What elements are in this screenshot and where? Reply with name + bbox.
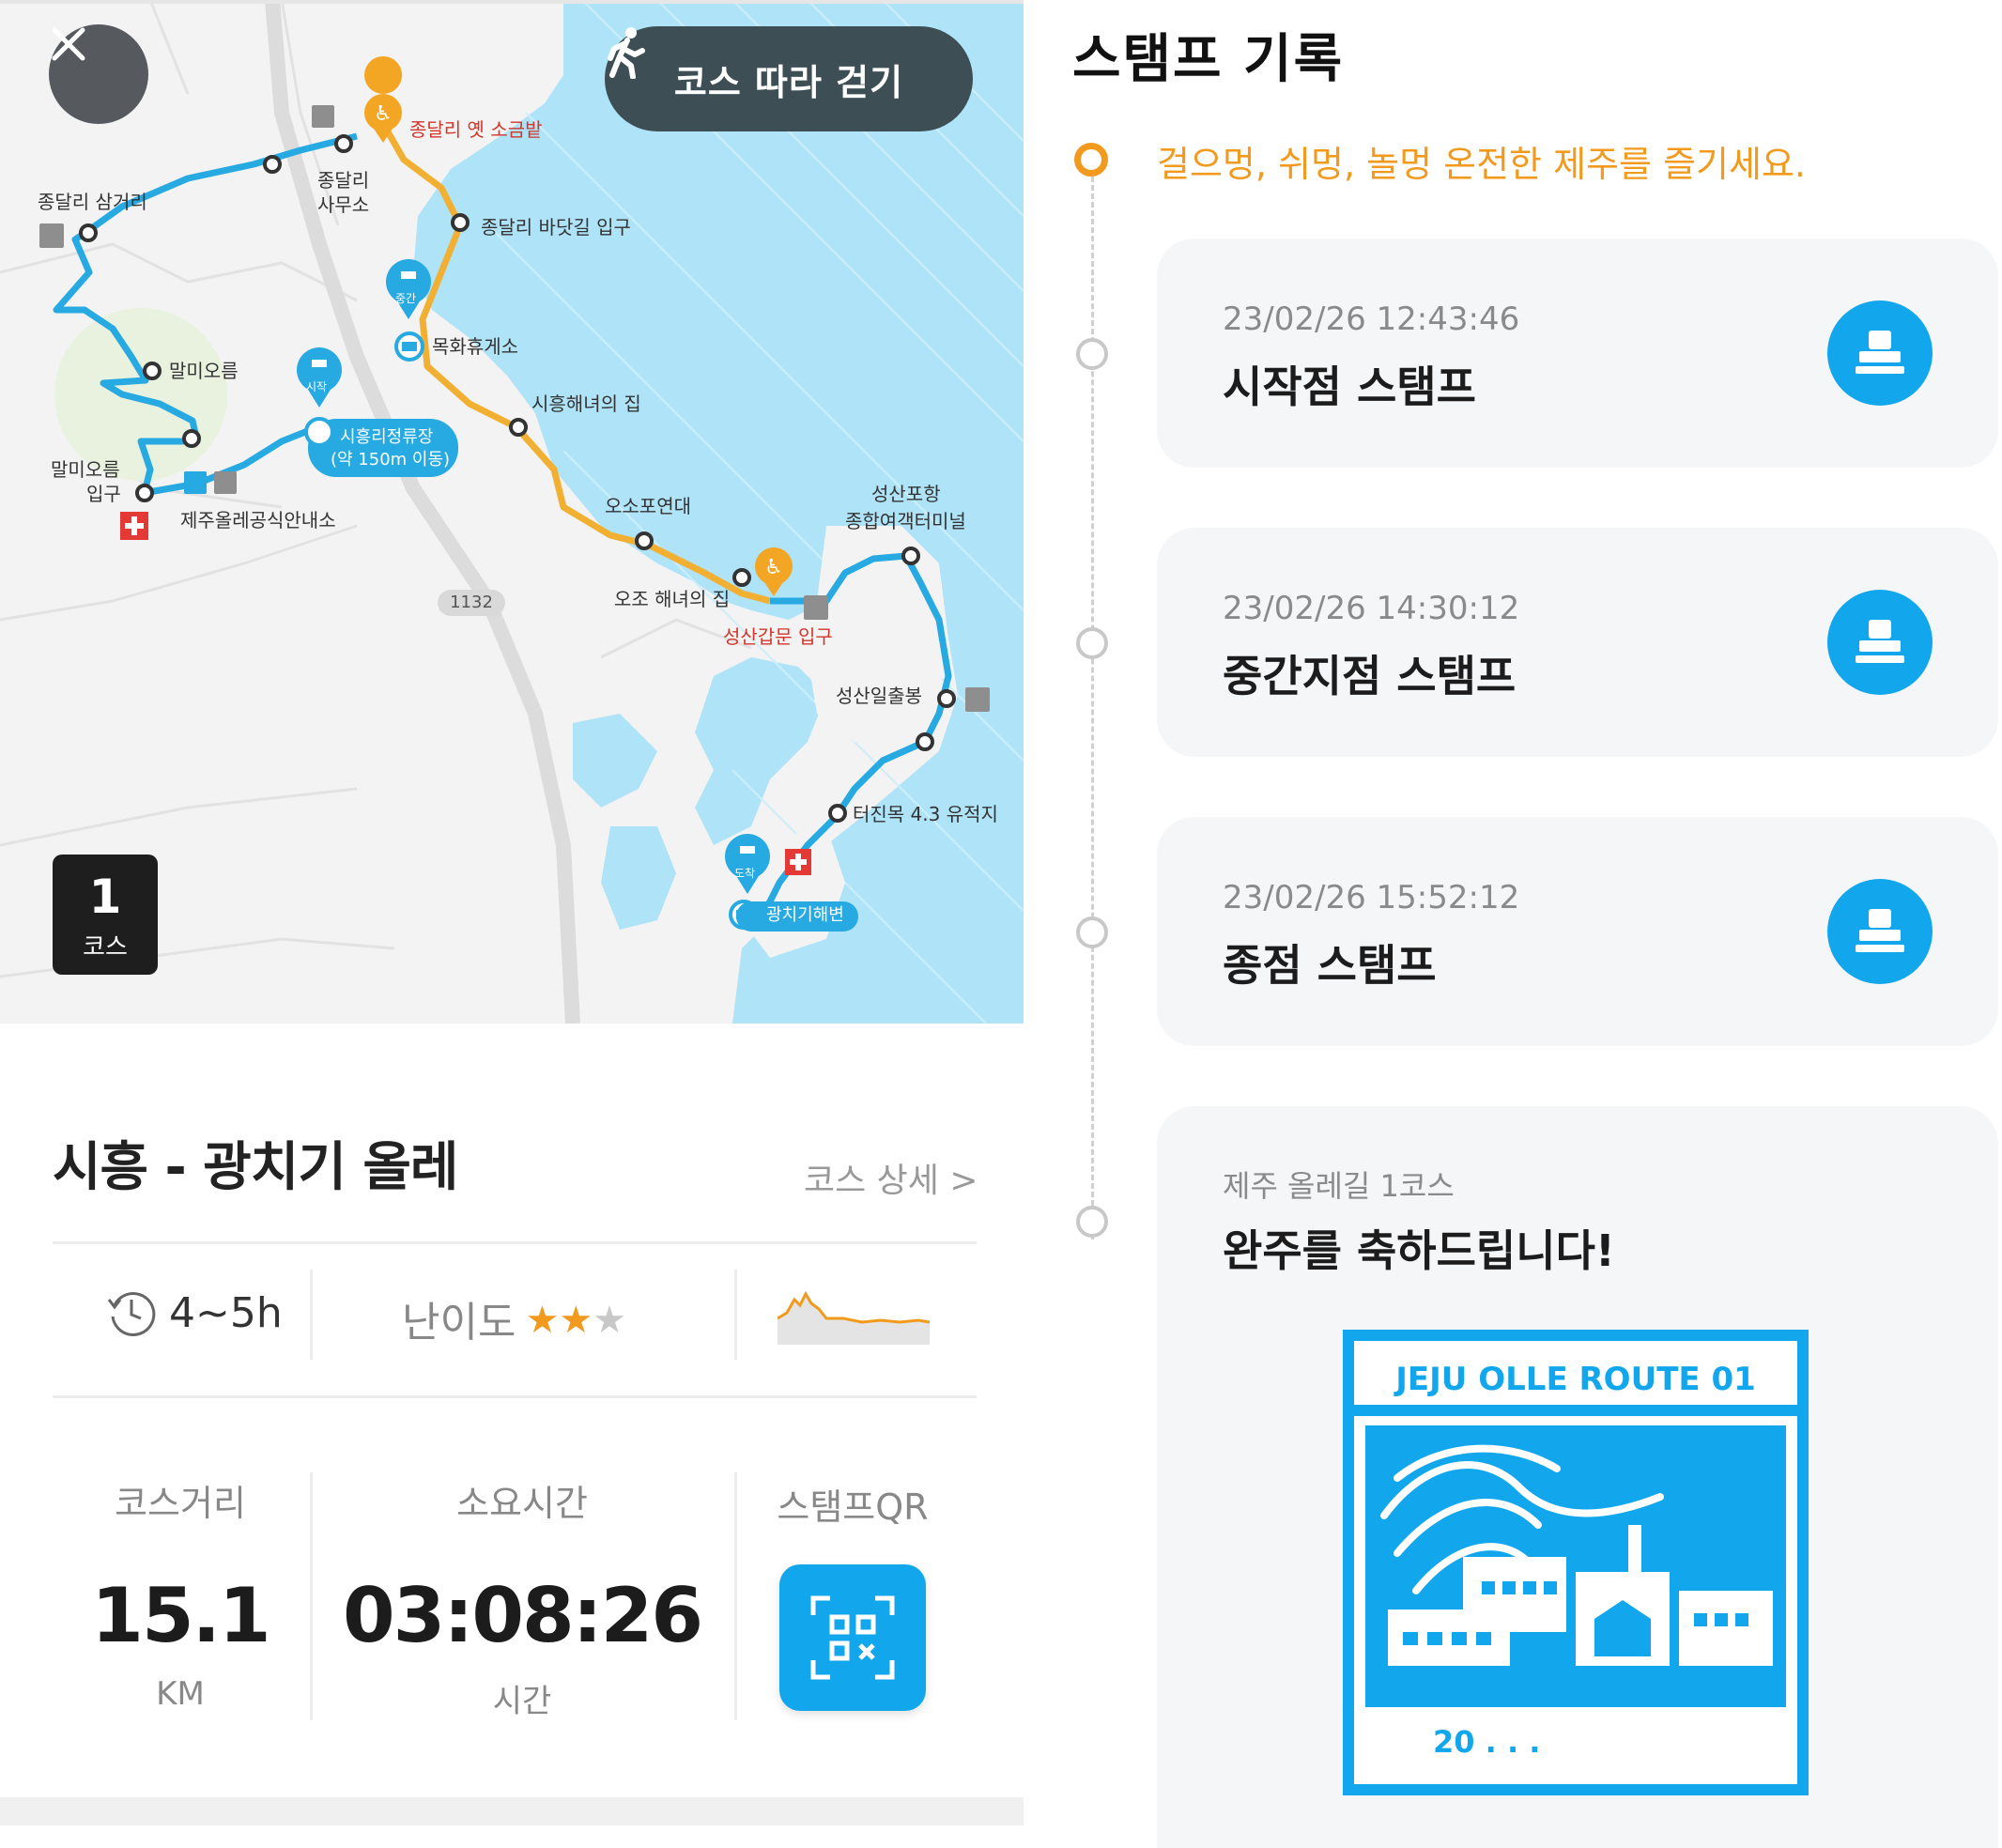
star-icon: ★ xyxy=(559,1298,593,1342)
divider xyxy=(310,1270,313,1360)
stamp-icon xyxy=(1856,620,1904,663)
stamp-time: 23/02/26 14:30:12 xyxy=(1223,590,1520,627)
close-button[interactable] xyxy=(49,24,148,124)
time-unit: 시간 xyxy=(492,1683,552,1720)
map-label: 종합여객터미널 xyxy=(845,510,966,532)
stamp-icon xyxy=(1856,331,1904,374)
timeline-dot xyxy=(1076,338,1108,370)
map-label: 목화휴게소 xyxy=(432,335,518,358)
map-label: 오조 해녀의 집 xyxy=(614,588,731,610)
elevation-profile-icon xyxy=(778,1290,930,1345)
map-label: 사무소 xyxy=(317,193,370,216)
duration: 4~5h xyxy=(105,1286,283,1339)
duration-value: 4~5h xyxy=(169,1288,283,1337)
map-label: 종달리 바닷길 입구 xyxy=(481,216,631,239)
map-label: 터진목 4.3 유적지 xyxy=(853,803,998,825)
map-label: 성산포항 xyxy=(871,483,941,505)
stamp-button[interactable] xyxy=(1827,879,1933,984)
stamp-name: 중간지점 스탬프 xyxy=(1223,651,1517,701)
stamp-record-panel: 스탬프 기록 걸으멍, 쉬멍, 놀멍 온전한 제주를 즐기세요. 23/02/2… xyxy=(1024,0,2002,1848)
distance-label: 코스거리 xyxy=(115,1483,246,1524)
course-number: 1 xyxy=(88,870,122,924)
map-label: 종달리 삼거리 xyxy=(38,191,147,213)
stamp-button[interactable] xyxy=(1827,300,1933,406)
divider xyxy=(310,1472,313,1720)
map-label: 광치기해변 xyxy=(766,905,844,925)
stamp-name: 시작점 스탬프 xyxy=(1223,362,1476,412)
stamp-date: 20 . . . xyxy=(1433,1724,1540,1760)
course-number-badge[interactable]: 1 코스 xyxy=(53,855,158,975)
timeline-dot xyxy=(1076,627,1108,659)
close-icon xyxy=(52,27,85,61)
timeline-dot-current xyxy=(1074,143,1108,177)
stamp-time: 23/02/26 12:43:46 xyxy=(1223,300,1520,338)
completion-card: 제주 올레길 1코스 완주를 축하드립니다! JEJU OLLE ROUTE 0… xyxy=(1157,1106,1998,1848)
star-icon: ★ xyxy=(525,1298,560,1342)
tagline: 걸으멍, 쉬멍, 놀멍 온전한 제주를 즐기세요. xyxy=(1157,144,1806,185)
difficulty-stars: ★★★ xyxy=(525,1295,626,1343)
time-label: 소요시간 xyxy=(456,1483,588,1524)
star-icon: ★ xyxy=(593,1298,627,1342)
follow-course-button[interactable]: 코스 따라 걷기 xyxy=(605,26,973,131)
map-label: 입구 xyxy=(86,483,121,505)
top-divider xyxy=(0,0,1024,4)
svg-text:♿: ♿ xyxy=(764,556,783,579)
bottom-strip xyxy=(0,1797,1024,1825)
course-map[interactable]: ♿ ♿ 코스 따라 걷기 종달리 삼거리 종달리 사무소 종달리 옛 소금밭 종… xyxy=(0,0,1024,1024)
time-value: 03:08:26 xyxy=(343,1572,703,1659)
stamp-record-title: 스탬프 기록 xyxy=(1072,29,1345,90)
mid-pin-label: 중간 xyxy=(395,292,417,305)
stamp-heading: JEJU OLLE ROUTE 01 xyxy=(1394,1361,1756,1398)
svg-text:♿: ♿ xyxy=(374,102,393,126)
course-detail-link[interactable]: 코스 상세 > xyxy=(804,1153,978,1202)
map-label: 시흥해녀의 집 xyxy=(531,393,641,415)
map-label: 말미오름 xyxy=(169,360,239,382)
map-label: (약 150m 이동) xyxy=(331,450,451,470)
map-label: 오소포연대 xyxy=(605,495,691,517)
walking-icon xyxy=(608,27,645,79)
distance-value: 15.1 xyxy=(91,1572,270,1659)
stamp-icon xyxy=(1856,909,1904,952)
stamp-card-middle: 23/02/26 14:30:12 중간지점 스탬프 xyxy=(1157,528,1998,757)
stamp-qr-label: 스탬프QR xyxy=(777,1486,929,1528)
stamp-qr-button[interactable] xyxy=(779,1564,926,1711)
stamp-card-start: 23/02/26 12:43:46 시작점 스탬프 xyxy=(1157,239,1998,468)
divider xyxy=(734,1472,737,1720)
divider xyxy=(734,1270,737,1360)
timeline-line xyxy=(1091,160,1094,1240)
completion-stamp-image: JEJU OLLE ROUTE 01 20 . . . xyxy=(1343,1330,1809,1795)
stamp-card-end: 23/02/26 15:52:12 종점 스탬프 xyxy=(1157,817,1998,1046)
qr-scan-icon xyxy=(810,1595,895,1680)
stamp-button[interactable] xyxy=(1827,590,1933,695)
divider xyxy=(53,1241,977,1244)
stamp-name: 종점 스탬프 xyxy=(1223,940,1437,991)
map-label: 말미오름 xyxy=(51,458,120,481)
course-panel: ♿ ♿ 코스 따라 걷기 종달리 삼거리 종달리 사무소 종달리 옛 소금밭 종… xyxy=(0,0,1024,1848)
start-pin-label: 시작 xyxy=(306,380,328,393)
map-label: 종달리 옛 소금밭 xyxy=(409,118,543,141)
map-label: 시흥리정류장 xyxy=(340,427,434,447)
timeline-dot xyxy=(1076,916,1108,948)
map-label: 성산갑문 입구 xyxy=(723,625,833,648)
divider xyxy=(53,1395,977,1398)
completion-message: 완주를 축하드립니다! xyxy=(1223,1225,1615,1276)
road-number: 1132 xyxy=(438,590,505,616)
distance-unit: KM xyxy=(156,1675,205,1713)
completion-subtitle: 제주 올레길 1코스 xyxy=(1223,1168,1455,1204)
map-label: 종달리 xyxy=(317,169,370,192)
difficulty-label: 난이도 xyxy=(402,1299,516,1347)
difficulty: 난이도 ★★★ xyxy=(402,1288,626,1348)
stamp-time: 23/02/26 15:52:12 xyxy=(1223,879,1520,916)
end-pin-label: 도착 xyxy=(734,867,756,880)
course-label: 코스 xyxy=(83,933,128,962)
timeline-dot xyxy=(1076,1206,1108,1238)
course-title: 시흥 - 광치기 올레 xyxy=(53,1137,458,1198)
clock-icon xyxy=(107,1292,156,1336)
map-label: 제주올레공식안내소 xyxy=(180,509,336,531)
follow-course-label: 코스 따라 걷기 xyxy=(673,61,904,103)
map-label: 성산일출봉 xyxy=(836,685,922,707)
